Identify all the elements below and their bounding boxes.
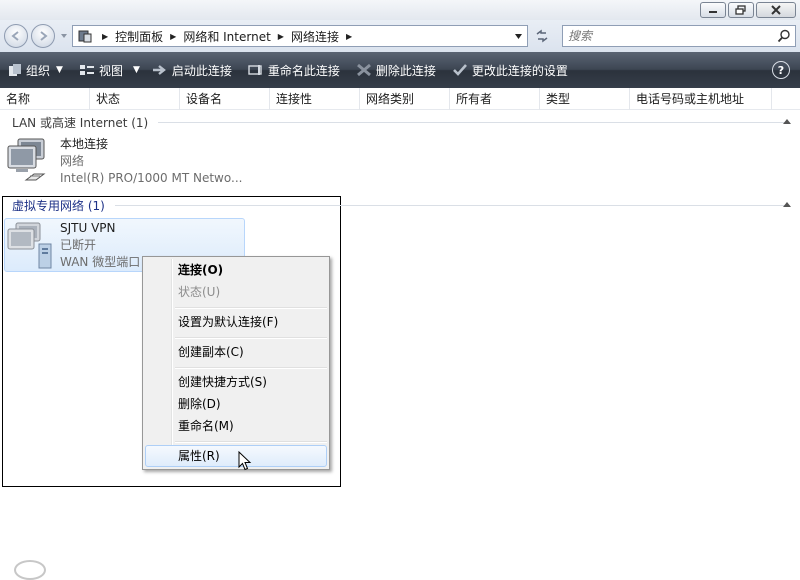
connection-status: 网络 [60, 154, 85, 168]
group-divider [114, 204, 790, 206]
start-connection-icon [152, 64, 168, 76]
delete-connection-label: 删除此连接 [375, 63, 436, 78]
rename-connection-label: 重命名此连接 [267, 63, 340, 78]
window-controls [700, 2, 796, 18]
breadcrumb-network-internet[interactable]: 网络和 Internet [183, 28, 270, 45]
column-header-device[interactable]: 设备名 [180, 88, 270, 110]
restore-button[interactable] [728, 2, 754, 18]
back-arrow-icon [11, 31, 19, 41]
address-bar[interactable]: ▶ 控制面板 ▶ 网络和 Internet ▶ 网络连接 ▶ [72, 25, 528, 47]
change-settings-button[interactable]: 更改此连接的设置 [446, 52, 574, 88]
menu-item-status: 状态(U) [178, 285, 221, 299]
connection-status: 已断开 [60, 238, 97, 252]
chevron-up-icon[interactable] [782, 200, 792, 208]
view-icon [79, 63, 95, 77]
group-divider [158, 121, 790, 123]
group-header-lan[interactable]: LAN 或高速 Internet (1) [0, 114, 800, 130]
close-button[interactable] [756, 2, 796, 18]
breadcrumb-separator-icon[interactable]: ▶ [346, 32, 352, 41]
minimize-icon [709, 11, 717, 13]
column-header-phone-host[interactable]: 电话号码或主机地址 [630, 88, 772, 110]
delete-connection-button[interactable]: 删除此连接 [350, 52, 442, 88]
column-header-name[interactable]: 名称 [0, 88, 90, 110]
search-box[interactable] [562, 25, 796, 47]
menu-item-create-copy[interactable]: 创建副本(C) [145, 341, 327, 363]
organize-label: 组织 [26, 63, 51, 78]
menu-separator [175, 441, 327, 443]
help-icon[interactable]: ? [772, 61, 790, 79]
title-bar [0, 0, 800, 20]
connection-device: Intel(R) PRO/1000 MT Netwo... [60, 171, 243, 185]
network-computers-icon [7, 138, 46, 181]
partial-icon [14, 560, 46, 580]
forward-button[interactable] [31, 24, 55, 48]
control-panel-icon [75, 26, 95, 46]
close-icon [771, 5, 781, 15]
command-bar: 组织 ▼ 视图 ▼ 启动此连接 重命名此连接 删除此连接 更改此连接的设置 ? [0, 52, 800, 88]
view-label: 视图 [98, 63, 123, 78]
column-header-connectivity[interactable]: 连接性 [270, 88, 360, 110]
connection-device: WAN 微型端口 [60, 255, 141, 269]
group-title-vpn: 虚拟专用网络 (1) [12, 198, 105, 213]
menu-item-create-shortcut[interactable]: 创建快捷方式(S) [145, 371, 327, 393]
menu-item-set-default[interactable]: 设置为默认连接(F) [145, 311, 327, 333]
breadcrumb-separator-icon[interactable]: ▶ [278, 32, 284, 41]
refresh-button[interactable] [530, 25, 554, 47]
back-button[interactable] [4, 24, 28, 48]
mouse-cursor-icon [238, 451, 252, 471]
group-header-vpn[interactable]: 虚拟专用网络 (1) [0, 197, 800, 213]
search-input[interactable] [568, 29, 778, 43]
breadcrumb-network-connections[interactable]: 网络连接 [291, 28, 339, 45]
change-settings-label: 更改此连接的设置 [471, 63, 568, 78]
rename-connection-button[interactable]: 重命名此连接 [242, 52, 346, 88]
menu-item-rename[interactable]: 重命名(M) [145, 415, 327, 437]
organize-icon [8, 63, 22, 77]
column-header-network-category[interactable]: 网络类别 [360, 88, 450, 110]
chevron-down-icon: ▼ [56, 65, 63, 75]
connection-name: 本地连接 [60, 137, 109, 151]
group-title-lan: LAN 或高速 Internet (1) [12, 115, 149, 130]
list-item-sjtu-vpn[interactable]: SJTU VPN 已断开 WAN 微型端口 [6, 220, 140, 271]
column-header-type[interactable]: 类型 [540, 88, 630, 110]
menu-separator [175, 307, 327, 309]
breadcrumb: ▶ 控制面板 ▶ 网络和 Internet ▶ 网络连接 ▶ [95, 28, 359, 45]
refresh-icon [536, 29, 548, 43]
menu-item-delete[interactable]: 删除(D) [145, 393, 327, 415]
forward-arrow-icon [40, 31, 48, 41]
start-connection-label: 启动此连接 [171, 63, 232, 78]
breadcrumb-separator-icon[interactable]: ▶ [102, 32, 108, 41]
recent-pages-dropdown-icon[interactable] [60, 32, 68, 40]
delete-icon [356, 63, 372, 77]
restore-icon [735, 5, 746, 15]
start-connection-button[interactable]: 启动此连接 [146, 52, 238, 88]
context-menu: 连接(O) 状态(U) 设置为默认连接(F) 创建副本(C) 创建快捷方式(S)… [142, 256, 330, 470]
organize-button[interactable]: 组织 ▼ [0, 52, 69, 88]
column-header-owner[interactable]: 所有者 [450, 88, 540, 110]
menu-separator [175, 337, 327, 339]
navigation-bar: ▶ 控制面板 ▶ 网络和 Internet ▶ 网络连接 ▶ [0, 20, 800, 52]
vpn-connection-icon [7, 222, 52, 269]
chevron-up-icon[interactable] [782, 117, 792, 125]
view-options-dropdown[interactable]: ▼ [129, 52, 144, 88]
breadcrumb-separator-icon[interactable]: ▶ [170, 32, 176, 41]
list-item-local-connection[interactable]: 本地连接 网络 Intel(R) PRO/1000 MT Netwo... [6, 136, 242, 187]
checkmark-icon [452, 63, 468, 77]
menu-separator [175, 367, 327, 369]
search-icon[interactable] [777, 29, 791, 43]
column-header-status[interactable]: 状态 [90, 88, 180, 110]
chevron-down-icon: ▼ [132, 65, 140, 75]
rename-icon [248, 64, 264, 76]
address-dropdown-icon[interactable] [514, 32, 523, 41]
view-button[interactable]: 视图 [73, 52, 129, 88]
menu-item-properties[interactable]: 属性(R) [145, 445, 327, 467]
breadcrumb-control-panel[interactable]: 控制面板 [115, 28, 163, 45]
column-headers: 名称 状态 设备名 连接性 网络类别 所有者 类型 电话号码或主机地址 [0, 88, 800, 110]
connection-name: SJTU VPN [60, 221, 116, 235]
minimize-button[interactable] [700, 2, 726, 18]
menu-item-connect[interactable]: 连接(O) [145, 259, 327, 281]
